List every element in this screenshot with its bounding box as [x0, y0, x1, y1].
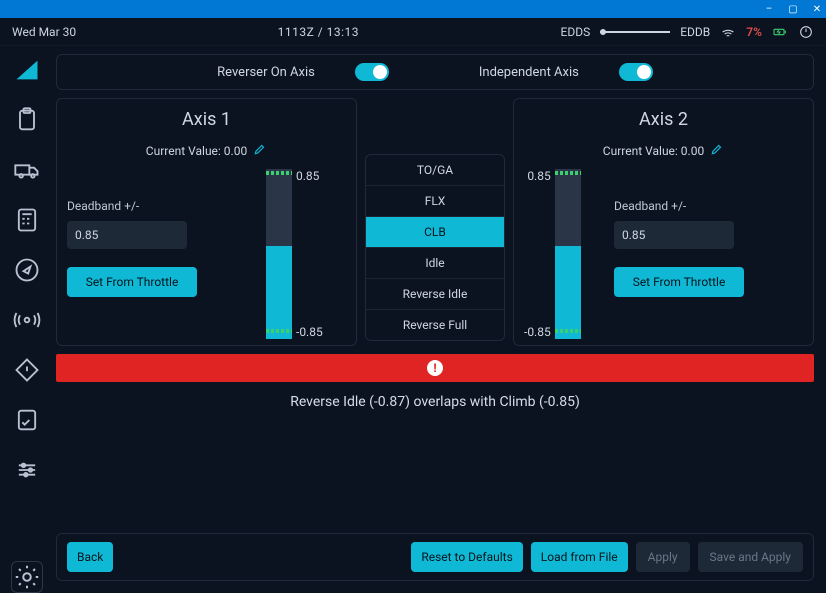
axis2-current-value: Current Value: 0.00 [603, 144, 704, 158]
axis2-gauge-top-label: 0.85 [524, 169, 551, 183]
axis1-set-from-throttle-button[interactable]: Set From Throttle [67, 267, 197, 297]
axis1-deadband-label: Deadband +/- [67, 199, 256, 213]
axis2-deadband-label: Deadband +/- [614, 199, 686, 213]
independent-toggle-label: Independent Axis [479, 65, 579, 80]
detent-toga[interactable]: TO/GA [366, 155, 504, 186]
axis2-deadband-input[interactable] [614, 221, 734, 249]
independent-toggle[interactable] [619, 63, 653, 81]
bottom-bar: Back Reset to Defaults Load from File Ap… [56, 533, 814, 581]
route-progress-icon [600, 31, 670, 33]
save-and-apply-button[interactable]: Save and Apply [698, 542, 803, 572]
axis1-gauge [266, 169, 292, 339]
pencil-icon[interactable] [253, 142, 267, 159]
window-close-icon[interactable]: ✕ [812, 4, 822, 14]
error-banner: ! [56, 354, 814, 382]
alert-diamond-icon[interactable] [13, 356, 41, 384]
back-button[interactable]: Back [67, 542, 113, 572]
detent-idle[interactable]: Idle [366, 248, 504, 279]
axis1-gauge-bottom-label: -0.85 [296, 325, 323, 339]
axis1-gauge-top-label: 0.85 [296, 169, 323, 183]
broadcast-icon[interactable] [13, 306, 41, 334]
power-icon[interactable] [798, 24, 814, 40]
compass-icon[interactable] [13, 256, 41, 284]
detent-flx[interactable]: FLX [366, 186, 504, 217]
axis1-panel: Axis 1 Current Value: 0.00 Deadband +/- … [56, 98, 357, 346]
calculator-icon[interactable] [13, 206, 41, 234]
axis1-current-value: Current Value: 0.00 [146, 144, 247, 158]
window-maximize-icon[interactable]: ▢ [788, 4, 798, 14]
sidebar [0, 46, 54, 593]
axis2-gauge [555, 169, 581, 339]
toggle-row: Reverser On Axis Independent Axis [56, 54, 814, 90]
route-departure: EDDS [561, 25, 591, 39]
apply-button[interactable]: Apply [636, 542, 690, 572]
topbar-time: 1113Z / 13:13 [76, 25, 560, 39]
truck-icon[interactable] [13, 156, 41, 184]
reverser-toggle-label: Reverser On Axis [217, 65, 315, 80]
pencil-icon[interactable] [710, 142, 724, 159]
error-icon: ! [427, 360, 443, 376]
sliders-icon[interactable] [13, 456, 41, 484]
axis1-title: Axis 1 [182, 109, 231, 130]
load-from-file-button[interactable]: Load from File [531, 542, 628, 572]
detent-clb[interactable]: CLB [366, 217, 504, 248]
wifi-icon [720, 24, 736, 40]
topbar: Wed Mar 30 1113Z / 13:13 EDDS EDDB 7% [0, 18, 826, 46]
axis2-set-from-throttle-button[interactable]: Set From Throttle [614, 267, 744, 297]
reverser-toggle[interactable] [355, 63, 389, 81]
checklist-icon[interactable] [13, 406, 41, 434]
error-message: Reverse Idle (-0.87) overlaps with Climb… [56, 390, 814, 412]
gear-icon[interactable] [11, 561, 43, 593]
app-logo-icon[interactable] [13, 56, 41, 84]
axis2-title: Axis 2 [639, 109, 688, 130]
axis1-deadband-input[interactable] [67, 221, 187, 249]
battery-percent: 7% [746, 25, 762, 39]
window-minimize-icon[interactable]: – [764, 4, 774, 14]
topbar-date: Wed Mar 30 [12, 25, 76, 39]
route-arrival: EDDB [680, 25, 710, 39]
detent-reverse-idle[interactable]: Reverse Idle [366, 279, 504, 310]
clipboard-icon[interactable] [13, 106, 41, 134]
axis2-gauge-bottom-label: -0.85 [524, 325, 551, 339]
reset-defaults-button[interactable]: Reset to Defaults [411, 542, 522, 572]
detent-reverse-full[interactable]: Reverse Full [366, 310, 504, 340]
window-titlebar: – ▢ ✕ [0, 0, 826, 18]
detent-list: TO/GA FLX CLB Idle Reverse Idle Reverse … [365, 154, 505, 341]
axis2-panel: Axis 2 Current Value: 0.00 Deadband +/- … [513, 98, 814, 346]
battery-charging-icon [772, 24, 788, 40]
